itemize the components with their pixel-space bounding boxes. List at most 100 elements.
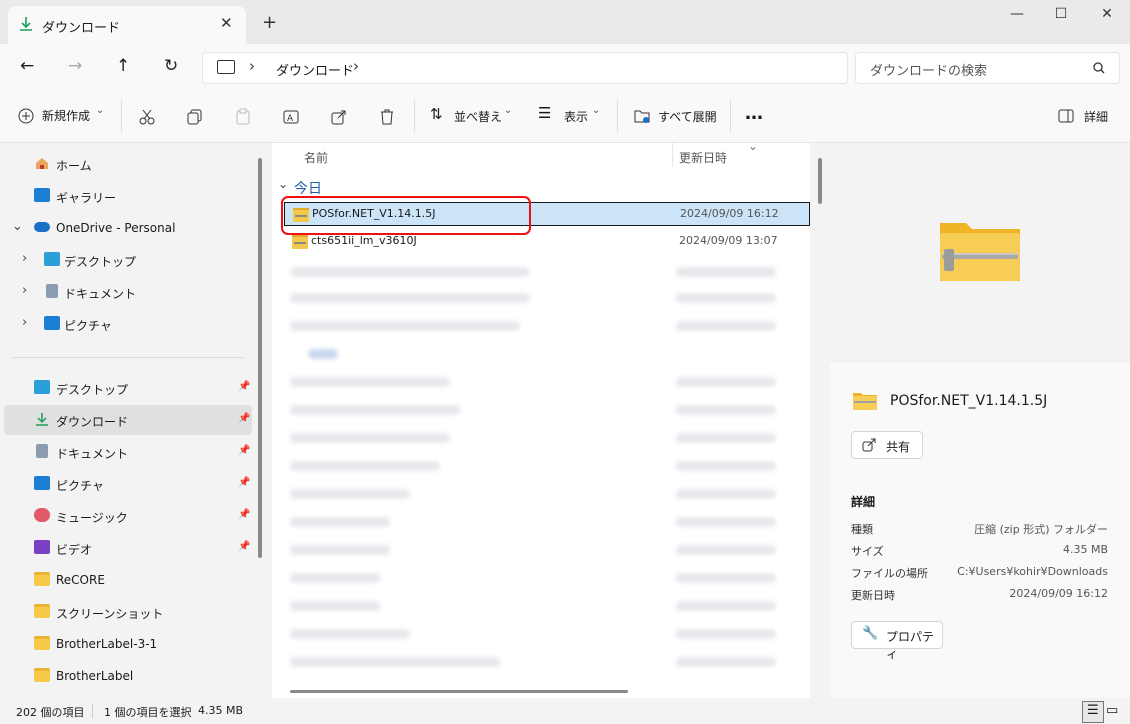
chevron-right-icon[interactable]: › xyxy=(22,251,27,266)
close-tab-icon[interactable]: ✕ xyxy=(220,14,233,32)
share-button[interactable]: 共有 xyxy=(851,431,923,459)
sidebar-item-label: ピクチャ xyxy=(56,479,104,493)
folder-icon xyxy=(34,572,50,586)
sidebar-item-pictures[interactable]: ピクチャ 📌 xyxy=(4,469,252,499)
sidebar-item-music[interactable]: ミュージック 📌 xyxy=(4,501,252,531)
paste-icon[interactable] xyxy=(234,108,252,126)
sidebar-item-brotherlabel-3-1[interactable]: BrotherLabel-3-1 xyxy=(4,629,252,659)
copy-icon[interactable] xyxy=(186,108,204,126)
delete-icon[interactable] xyxy=(378,108,396,126)
chevron-right-icon[interactable]: › xyxy=(353,57,359,75)
zip-folder-icon xyxy=(853,393,877,410)
command-bar: 新規作成 ⌄ A ⇅ 並べ替え ⌄ ☰ 表示 ⌄ すべて展開 … 詳細 xyxy=(0,90,1130,143)
details-pane-button[interactable]: 詳細 xyxy=(1054,100,1114,132)
address-bar[interactable]: › ダウンロード › xyxy=(202,52,848,84)
blurred-row xyxy=(290,657,500,667)
svg-text:A: A xyxy=(287,114,294,124)
column-divider[interactable] xyxy=(672,143,673,167)
forward-button[interactable]: → xyxy=(68,56,82,76)
divider xyxy=(617,100,618,132)
blurred-row xyxy=(676,517,776,527)
column-header-name[interactable]: 名前 xyxy=(304,149,328,166)
sidebar-item-screenshots[interactable]: スクリーンショット xyxy=(4,597,252,627)
sidebar-item-brotherlabel[interactable]: BrotherLabel xyxy=(4,661,252,691)
properties-button[interactable]: 🔧 プロパティ xyxy=(851,621,943,661)
column-header-date[interactable]: 更新日時 xyxy=(679,149,727,166)
blurred-row xyxy=(676,489,776,499)
minimize-button[interactable]: — xyxy=(994,6,1040,22)
file-list-scrollbar[interactable] xyxy=(818,158,822,204)
up-button[interactable]: ↑ xyxy=(116,56,130,76)
divider xyxy=(730,100,731,132)
details-pane-icon xyxy=(1058,109,1074,123)
zip-folder-icon xyxy=(292,235,308,249)
detail-key: ファイルの場所 xyxy=(851,567,928,580)
sidebar-item-onedrive-desktop[interactable]: › デスクトップ xyxy=(4,245,252,275)
cut-icon[interactable] xyxy=(138,108,156,126)
sidebar-item-onedrive-documents[interactable]: › ドキュメント xyxy=(4,277,252,307)
sidebar-item-label: ダウンロード xyxy=(56,415,129,429)
search-input[interactable]: ダウンロードの検索 xyxy=(855,52,1120,84)
sidebar-item-videos[interactable]: ビデオ 📌 xyxy=(4,533,252,563)
sidebar-item-desktop[interactable]: デスクトップ 📌 xyxy=(4,373,252,403)
sidebar-item-documents[interactable]: ドキュメント 📌 xyxy=(4,437,252,467)
chevron-right-icon[interactable]: › xyxy=(22,315,27,330)
selected-size: 4.35 MB xyxy=(198,704,244,717)
view-button[interactable]: ☰ 表示 ⌄ xyxy=(530,100,606,132)
sidebar-item-gallery[interactable]: ギャラリー xyxy=(4,181,252,211)
file-date: 2024/09/09 13:07 xyxy=(679,234,778,247)
computer-icon xyxy=(217,60,235,74)
new-tab-button[interactable]: + xyxy=(262,12,277,33)
divider xyxy=(12,357,244,358)
pin-icon[interactable]: 📌 xyxy=(238,445,250,456)
back-button[interactable]: ← xyxy=(20,56,34,76)
chevron-down-icon: ⌄ xyxy=(96,105,105,116)
group-header-today[interactable]: 今日 xyxy=(294,178,322,198)
share-icon[interactable] xyxy=(330,108,348,126)
details-view-button[interactable]: ☰ xyxy=(1082,701,1104,723)
sort-button[interactable]: ⇅ 並べ替え ⌄ xyxy=(424,100,520,132)
detail-key: 更新日時 xyxy=(851,589,895,602)
sidebar-scrollbar[interactable] xyxy=(258,158,262,558)
details-file-name: POSfor.NET_V1.14.1.5J xyxy=(890,393,1048,409)
details-section-title: 詳細 xyxy=(851,495,876,509)
sidebar-item-recore[interactable]: ReCORE xyxy=(4,565,252,595)
selected-count: 1 個の項目を選択 xyxy=(104,706,192,719)
sidebar-item-onedrive-pictures[interactable]: › ピクチャ xyxy=(4,309,252,339)
pin-icon[interactable]: 📌 xyxy=(238,541,250,552)
pin-icon[interactable]: 📌 xyxy=(238,381,250,392)
blurred-row xyxy=(290,267,530,277)
tiles-view-button[interactable]: ▭ xyxy=(1106,703,1118,718)
sort-label: 並べ替え xyxy=(454,110,503,124)
pin-icon[interactable]: 📌 xyxy=(238,413,250,424)
chevron-down-icon[interactable]: ⌄ xyxy=(12,219,23,234)
properties-label: プロパティ xyxy=(886,630,935,661)
blurred-row xyxy=(676,545,776,555)
blurred-row xyxy=(676,657,776,667)
detail-key: サイズ xyxy=(851,545,884,558)
close-window-button[interactable]: ✕ xyxy=(1084,6,1130,22)
sidebar-item-downloads[interactable]: ダウンロード 📌 xyxy=(4,405,252,435)
rename-icon[interactable]: A xyxy=(282,108,300,126)
sidebar-item-home[interactable]: ホーム xyxy=(4,149,252,179)
refresh-button[interactable]: ↻ xyxy=(164,56,178,76)
horizontal-scrollbar[interactable] xyxy=(290,690,628,693)
chevron-down-icon[interactable]: ⌄ xyxy=(278,177,288,191)
sidebar-item-label: ギャラリー xyxy=(56,191,117,205)
new-button[interactable]: 新規作成 ⌄ xyxy=(12,100,112,132)
maximize-button[interactable]: ☐ xyxy=(1038,6,1084,22)
pin-icon[interactable]: 📌 xyxy=(238,477,250,488)
download-icon xyxy=(34,412,50,426)
tab-downloads[interactable]: ダウンロード ✕ xyxy=(8,6,246,44)
sidebar-item-onedrive[interactable]: ⌄ OneDrive - Personal xyxy=(4,213,252,243)
breadcrumb-downloads[interactable]: ダウンロード xyxy=(276,60,354,79)
navigation-bar: ← → ↑ ↻ › ダウンロード › ダウンロードの検索 xyxy=(0,44,1130,90)
folder-icon xyxy=(34,636,50,650)
more-options-button[interactable]: … xyxy=(745,103,763,124)
expand-all-button[interactable]: すべて展開 xyxy=(628,100,720,132)
share-label: 共有 xyxy=(886,440,911,454)
pin-icon[interactable]: 📌 xyxy=(238,509,250,520)
chevron-right-icon[interactable]: › xyxy=(22,283,27,298)
blurred-row xyxy=(290,545,390,555)
sidebar-item-label: ピクチャ xyxy=(64,319,112,333)
